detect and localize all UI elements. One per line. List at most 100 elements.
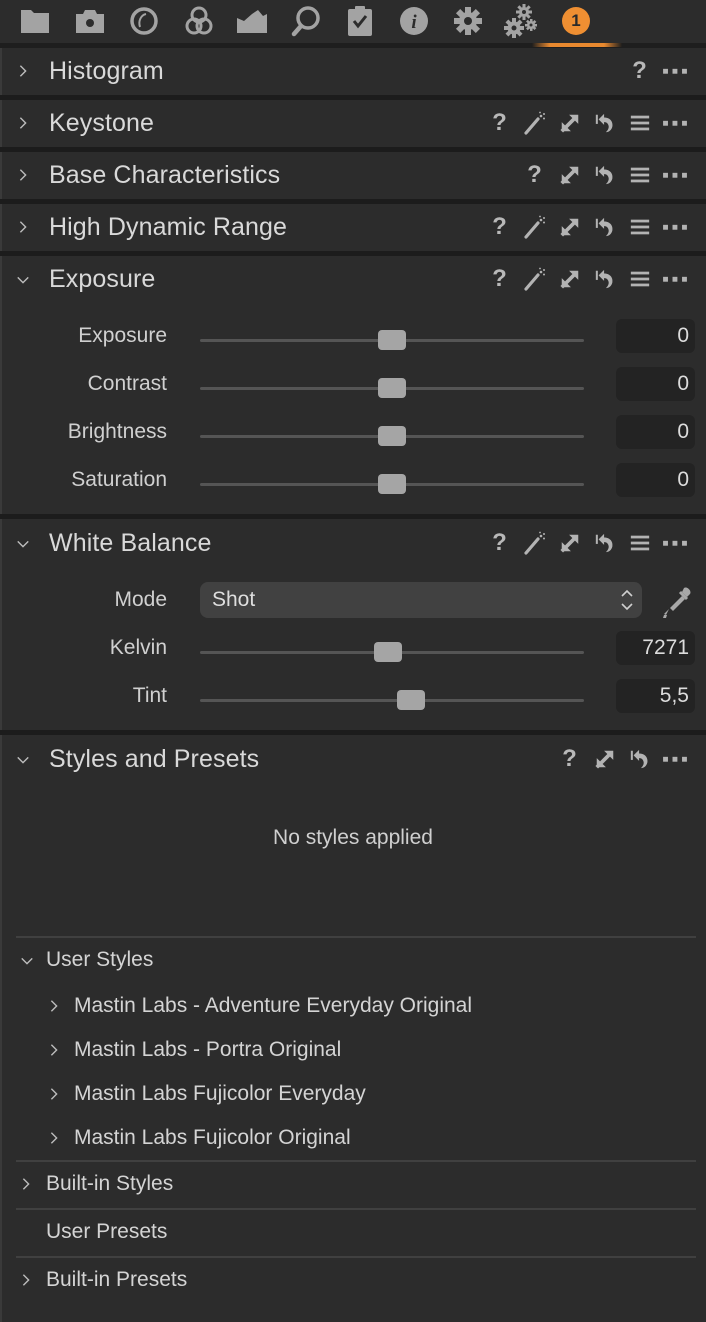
- slider-row-saturation: Saturation 0: [0, 461, 706, 509]
- chevron-down-icon[interactable]: [16, 753, 30, 767]
- slider-thumb[interactable]: [378, 378, 406, 398]
- reset-icon[interactable]: [587, 529, 622, 557]
- list-divider: [16, 1256, 696, 1258]
- histogram-icon: [237, 10, 267, 33]
- presets-menu-icon[interactable]: [622, 109, 657, 137]
- presets-menu-icon[interactable]: [622, 265, 657, 293]
- more-icon[interactable]: [657, 745, 692, 773]
- help-icon[interactable]: ?: [482, 213, 517, 241]
- copy-apply-icon[interactable]: [552, 265, 587, 293]
- tool-header-exposure[interactable]: Exposure ?: [2, 256, 706, 302]
- help-icon[interactable]: ?: [482, 109, 517, 137]
- copy-apply-icon[interactable]: [552, 213, 587, 241]
- tab-capture[interactable]: [73, 4, 107, 38]
- tool-header-histogram[interactable]: Histogram ?: [2, 48, 706, 94]
- slider-thumb[interactable]: [378, 474, 406, 494]
- slider-thumb[interactable]: [397, 690, 426, 710]
- copy-apply-icon[interactable]: [552, 529, 587, 557]
- slider-label: Contrast: [87, 372, 167, 395]
- tab-library[interactable]: [18, 4, 52, 38]
- more-icon[interactable]: [657, 213, 692, 241]
- chevron-down-icon[interactable]: [16, 273, 30, 287]
- more-icon[interactable]: [657, 265, 692, 293]
- tool-header-hdr[interactable]: High Dynamic Range ?: [2, 204, 706, 250]
- help-icon[interactable]: ?: [517, 161, 552, 189]
- slider-label: Kelvin: [109, 636, 167, 659]
- tab-adjustments[interactable]: [343, 4, 377, 38]
- copy-apply-icon[interactable]: [552, 161, 587, 189]
- value-field[interactable]: 0: [616, 463, 695, 497]
- copy-apply-icon[interactable]: [587, 745, 622, 773]
- chevron-down-icon[interactable]: [16, 537, 30, 551]
- chevron-right-icon[interactable]: [16, 116, 30, 130]
- tab-custom[interactable]: 1: [559, 4, 593, 38]
- tab-exposure[interactable]: [235, 4, 269, 38]
- reset-icon[interactable]: [622, 745, 657, 773]
- reset-icon[interactable]: [587, 161, 622, 189]
- help-icon[interactable]: ?: [622, 57, 657, 85]
- value-field[interactable]: 7271: [616, 631, 695, 665]
- tool-exposure: Exposure ?: [2, 256, 706, 302]
- clipboard-check-icon: [348, 6, 372, 36]
- chevron-right-icon[interactable]: [16, 168, 30, 182]
- presets-menu-icon[interactable]: [622, 161, 657, 189]
- style-item[interactable]: Mastin Labs - Adventure Everyday Origina…: [48, 994, 472, 1018]
- slider-track[interactable]: [200, 699, 584, 702]
- tab-lens[interactable]: [127, 4, 161, 38]
- style-item[interactable]: Mastin Labs - Portra Original: [48, 1038, 341, 1062]
- tool-histogram: Histogram ?: [2, 48, 706, 94]
- reset-icon[interactable]: [587, 213, 622, 241]
- no-styles-message: No styles applied: [273, 826, 433, 849]
- slider-label: Brightness: [67, 420, 167, 443]
- up-down-chevron-icon: [621, 589, 633, 611]
- tool-header-styles[interactable]: Styles and Presets ?: [2, 736, 706, 782]
- tab-output[interactable]: [451, 4, 485, 38]
- presets-menu-icon[interactable]: [622, 529, 657, 557]
- help-icon[interactable]: ?: [552, 745, 587, 773]
- user-presets-group[interactable]: User Presets: [20, 1220, 167, 1244]
- gears-icon: [504, 4, 537, 38]
- value-field[interactable]: 0: [616, 367, 695, 401]
- mode-select[interactable]: Shot: [200, 582, 642, 618]
- style-item[interactable]: Mastin Labs Fujicolor Original: [48, 1126, 351, 1150]
- more-icon[interactable]: [657, 57, 692, 85]
- presets-menu-icon[interactable]: [622, 213, 657, 241]
- more-icon[interactable]: [657, 161, 692, 189]
- reset-icon[interactable]: [587, 265, 622, 293]
- chevron-right-icon: [20, 1177, 32, 1191]
- slider-thumb[interactable]: [378, 330, 406, 350]
- more-icon[interactable]: [657, 109, 692, 137]
- copy-apply-icon[interactable]: [552, 109, 587, 137]
- eyedropper-icon[interactable]: [660, 585, 694, 619]
- auto-adjust-wand-icon[interactable]: [517, 109, 552, 137]
- style-item[interactable]: Mastin Labs Fujicolor Everyday: [48, 1082, 366, 1106]
- tool-header-keystone[interactable]: Keystone ?: [2, 100, 706, 146]
- slider-thumb[interactable]: [378, 426, 406, 446]
- chevron-right-icon: [20, 1273, 32, 1287]
- chevron-right-icon[interactable]: [16, 220, 30, 234]
- tab-batch[interactable]: [504, 4, 538, 38]
- tab-color[interactable]: [182, 4, 216, 38]
- auto-adjust-wand-icon[interactable]: [517, 529, 552, 557]
- reset-icon[interactable]: [587, 109, 622, 137]
- value-field[interactable]: 5,5: [616, 679, 695, 713]
- chevron-right-icon[interactable]: [16, 64, 30, 78]
- slider-thumb[interactable]: [374, 642, 403, 662]
- help-icon[interactable]: ?: [482, 529, 517, 557]
- builtin-presets-group[interactable]: Built-in Presets: [20, 1268, 187, 1292]
- auto-adjust-wand-icon[interactable]: [517, 265, 552, 293]
- lens-icon: [130, 7, 158, 35]
- auto-adjust-wand-icon[interactable]: [517, 213, 552, 241]
- list-divider: [16, 936, 696, 938]
- tab-metadata[interactable]: i: [397, 4, 431, 38]
- user-styles-group[interactable]: User Styles: [20, 948, 153, 972]
- tool-header-base-characteristics[interactable]: Base Characteristics ?: [2, 152, 706, 198]
- more-icon[interactable]: [657, 529, 692, 557]
- value-field[interactable]: 0: [616, 319, 695, 353]
- help-icon[interactable]: ?: [482, 265, 517, 293]
- value-field[interactable]: 0: [616, 415, 695, 449]
- builtin-styles-group[interactable]: Built-in Styles: [20, 1172, 173, 1196]
- tab-details[interactable]: [289, 4, 323, 38]
- tool-header-white-balance[interactable]: White Balance ?: [2, 520, 706, 566]
- mode-select-value: Shot: [212, 588, 256, 611]
